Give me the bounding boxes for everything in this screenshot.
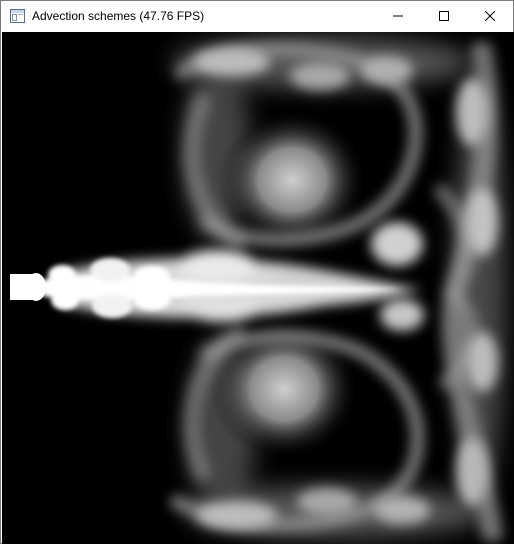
title-bar[interactable]: Advection schemes (47.76 FPS)	[1, 1, 513, 31]
minimize-button[interactable]	[375, 1, 421, 31]
smoke-render	[2, 32, 514, 544]
maximize-button[interactable]	[421, 1, 467, 31]
app-window: Advection schemes (47.76 FPS)	[0, 0, 514, 544]
close-button[interactable]	[467, 1, 513, 31]
window-title: Advection schemes (47.76 FPS)	[32, 9, 205, 23]
simulation-canvas[interactable]	[2, 32, 514, 544]
app-icon[interactable]	[10, 9, 25, 23]
